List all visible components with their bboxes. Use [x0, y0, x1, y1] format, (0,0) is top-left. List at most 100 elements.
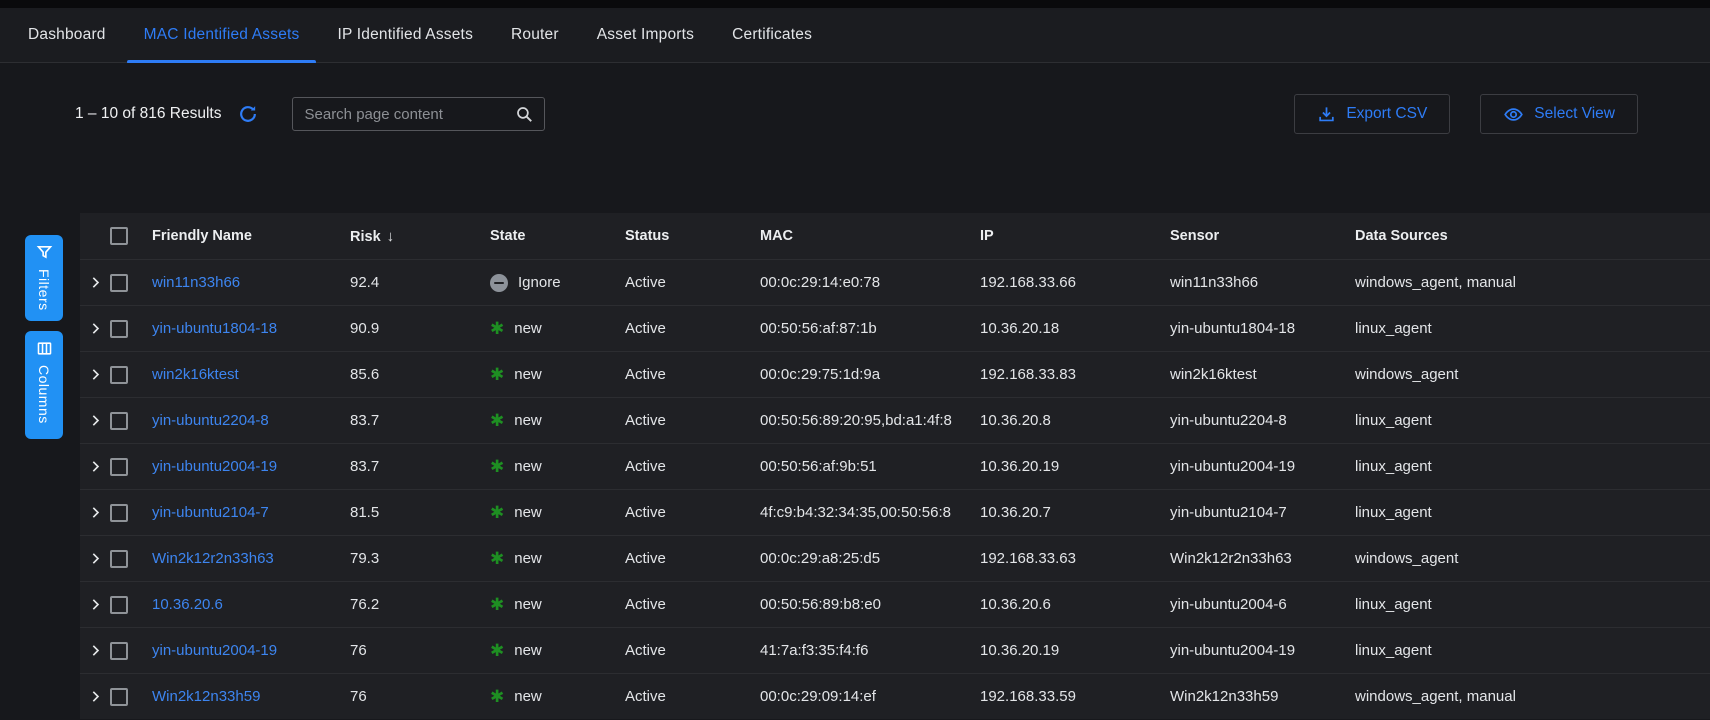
row-checkbox[interactable] — [110, 504, 128, 522]
header-mac[interactable]: MAC — [750, 228, 970, 244]
sensor-value: win2k16ktest — [1160, 366, 1345, 383]
table-row: yin-ubuntu2004-19 83.7 ✱ new Active 00:5… — [80, 443, 1710, 489]
state-label: new — [514, 458, 542, 475]
state-label: new — [514, 550, 542, 567]
status-value: Active — [615, 412, 750, 429]
friendly-name-link[interactable]: Win2k12n33h59 — [152, 688, 260, 705]
state-label: Ignore — [518, 274, 561, 291]
tab-router[interactable]: Router — [492, 8, 578, 62]
tab-dashboard[interactable]: Dashboard — [9, 8, 125, 62]
row-checkbox[interactable] — [110, 274, 128, 292]
header-risk[interactable]: Risk↓ — [340, 228, 480, 245]
data-sources-value: windows_agent, manual — [1345, 274, 1710, 291]
header-ip[interactable]: IP — [970, 228, 1160, 244]
header-friendly-name[interactable]: Friendly Name — [142, 228, 340, 244]
table-header-row: Friendly Name Risk↓ State Status MAC IP … — [80, 213, 1710, 259]
friendly-name-link[interactable]: yin-ubuntu2204-8 — [152, 412, 269, 429]
mac-value: 4f:c9:b4:32:34:35,00:50:56:8 — [750, 504, 970, 521]
row-expand-chevron-icon[interactable] — [88, 459, 103, 474]
header-data-sources[interactable]: Data Sources — [1345, 228, 1710, 244]
search-input[interactable] — [305, 106, 515, 123]
table-row: yin-ubuntu2204-8 83.7 ✱ new Active 00:50… — [80, 397, 1710, 443]
row-expand-chevron-icon[interactable] — [88, 597, 103, 612]
friendly-name-link[interactable]: yin-ubuntu2004-19 — [152, 642, 277, 659]
select-view-button[interactable]: Select View — [1480, 94, 1638, 134]
data-sources-value: linux_agent — [1345, 458, 1710, 475]
filters-panel-button[interactable]: Filters — [25, 235, 63, 321]
row-checkbox[interactable] — [110, 550, 128, 568]
tab-mac-identified-assets[interactable]: MAC Identified Assets — [125, 8, 319, 62]
tab-ip-identified-assets[interactable]: IP Identified Assets — [318, 8, 492, 62]
state-label: new — [514, 320, 542, 337]
state-cell: ✱ new — [480, 366, 615, 383]
row-checkbox[interactable] — [110, 320, 128, 338]
risk-value: 83.7 — [340, 458, 480, 475]
row-checkbox[interactable] — [110, 642, 128, 660]
friendly-name-link[interactable]: win2k16ktest — [152, 366, 239, 383]
sensor-value: yin-ubuntu2004-19 — [1160, 458, 1345, 475]
row-expand-chevron-icon[interactable] — [88, 551, 103, 566]
status-value: Active — [615, 274, 750, 291]
status-value: Active — [615, 366, 750, 383]
state-new-icon: ✱ — [490, 550, 504, 567]
header-status[interactable]: Status — [615, 228, 750, 244]
status-value: Active — [615, 458, 750, 475]
tab-asset-imports[interactable]: Asset Imports — [578, 8, 713, 62]
filter-icon — [36, 244, 53, 261]
row-expand-chevron-icon[interactable] — [88, 367, 103, 382]
friendly-name-link[interactable]: yin-ubuntu2004-19 — [152, 458, 277, 475]
sensor-value: yin-ubuntu2104-7 — [1160, 504, 1345, 521]
refresh-icon — [238, 104, 258, 124]
sensor-value: win11n33h66 — [1160, 274, 1345, 291]
search-box — [292, 97, 545, 131]
state-cell: ✱ new — [480, 320, 615, 337]
sensor-value: yin-ubuntu2004-19 — [1160, 642, 1345, 659]
header-sensor[interactable]: Sensor — [1160, 228, 1345, 244]
export-csv-button[interactable]: Export CSV — [1294, 94, 1450, 134]
status-value: Active — [615, 688, 750, 705]
row-expand-chevron-icon[interactable] — [88, 413, 103, 428]
friendly-name-link[interactable]: win11n33h66 — [152, 274, 240, 291]
row-checkbox[interactable] — [110, 458, 128, 476]
ip-value: 192.168.33.59 — [970, 688, 1160, 705]
select-all-checkbox[interactable] — [110, 227, 128, 245]
row-expand-chevron-icon[interactable] — [88, 321, 103, 336]
status-value: Active — [615, 642, 750, 659]
row-expand-chevron-icon[interactable] — [88, 505, 103, 520]
friendly-name-link[interactable]: Win2k12r2n33h63 — [152, 550, 274, 567]
header-state[interactable]: State — [480, 228, 615, 244]
state-cell: ✱ new — [480, 550, 615, 567]
table-row: yin-ubuntu2104-7 81.5 ✱ new Active 4f:c9… — [80, 489, 1710, 535]
row-checkbox[interactable] — [110, 596, 128, 614]
assets-table: Friendly Name Risk↓ State Status MAC IP … — [80, 213, 1710, 719]
tab-certificates[interactable]: Certificates — [713, 8, 831, 62]
row-expand-chevron-icon[interactable] — [88, 643, 103, 658]
state-label: new — [514, 504, 542, 521]
status-value: Active — [615, 320, 750, 337]
friendly-name-link[interactable]: 10.36.20.6 — [152, 596, 223, 613]
row-checkbox[interactable] — [110, 366, 128, 384]
header-risk-label: Risk — [350, 229, 381, 245]
row-expand-chevron-icon[interactable] — [88, 275, 103, 290]
data-sources-value: linux_agent — [1345, 320, 1710, 337]
refresh-button[interactable] — [236, 102, 260, 126]
filters-label: Filters — [36, 269, 52, 311]
risk-value: 79.3 — [340, 550, 480, 567]
state-new-icon: ✱ — [490, 458, 504, 475]
state-label: new — [514, 642, 542, 659]
download-icon — [1317, 105, 1336, 124]
risk-value: 76.2 — [340, 596, 480, 613]
ip-value: 10.36.20.19 — [970, 642, 1160, 659]
mac-value: 00:0c:29:14:e0:78 — [750, 274, 970, 291]
friendly-name-link[interactable]: yin-ubuntu1804-18 — [152, 320, 277, 337]
state-new-icon: ✱ — [490, 642, 504, 659]
data-sources-value: windows_agent, manual — [1345, 688, 1710, 705]
row-checkbox[interactable] — [110, 412, 128, 430]
row-expand-chevron-icon[interactable] — [88, 689, 103, 704]
row-checkbox[interactable] — [110, 688, 128, 706]
status-value: Active — [615, 596, 750, 613]
friendly-name-link[interactable]: yin-ubuntu2104-7 — [152, 504, 269, 521]
results-count: 1 – 10 of 816 Results — [75, 105, 222, 123]
mac-value: 00:50:56:af:87:1b — [750, 320, 970, 337]
columns-panel-button[interactable]: Columns — [25, 331, 63, 439]
